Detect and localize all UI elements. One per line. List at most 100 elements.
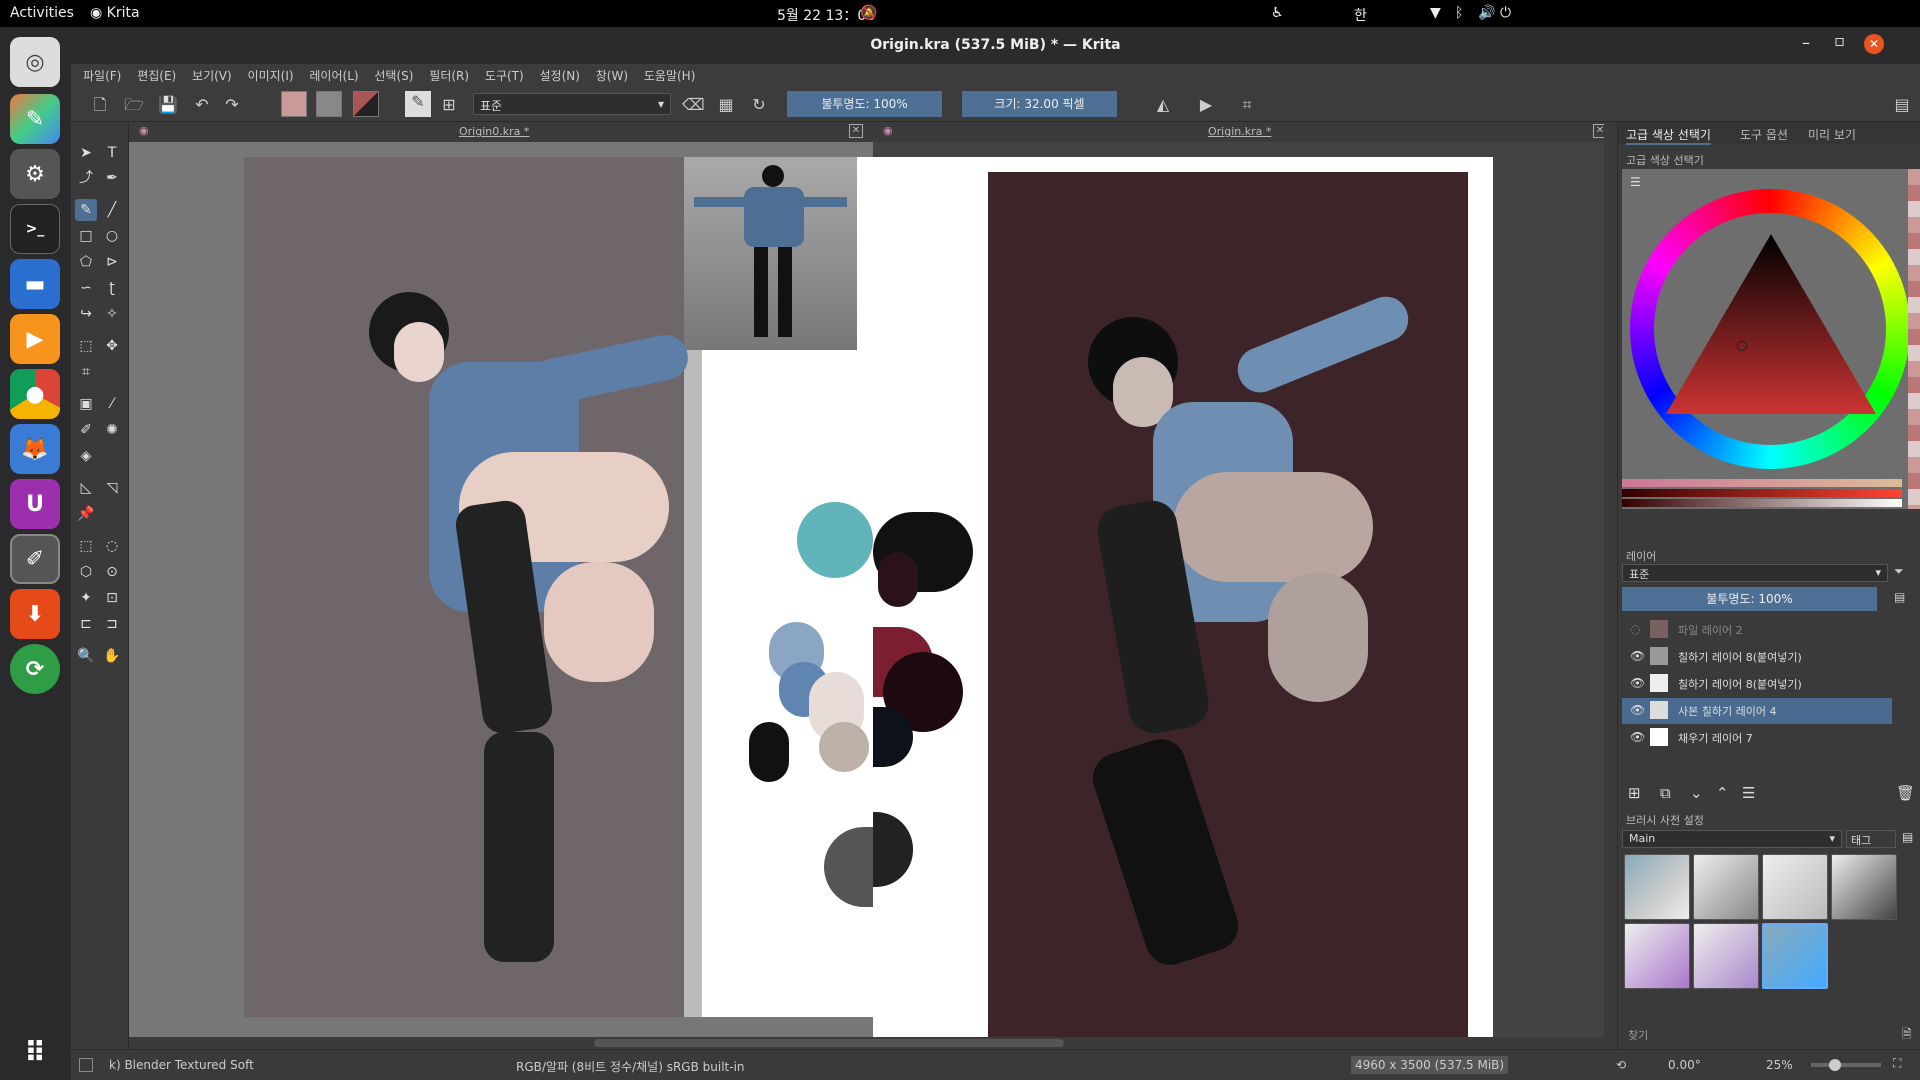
polygon-select-tool-icon[interactable]: ⬡: [75, 561, 97, 583]
undo-icon[interactable]: ↶: [191, 94, 213, 116]
eye-off-icon[interactable]: ◌: [1630, 622, 1640, 636]
alpha-lock-icon[interactable]: ▦: [715, 94, 737, 116]
vertical-scrollbar[interactable]: [1604, 122, 1617, 1037]
eye-icon[interactable]: 👁: [1630, 676, 1645, 690]
ellipse-tool-icon[interactable]: ○: [101, 225, 123, 247]
menu-settings[interactable]: 설정(N): [534, 64, 586, 84]
firefox-icon[interactable]: 🦊: [10, 424, 60, 474]
layer-properties-icon[interactable]: ☰: [1742, 784, 1755, 802]
zoom-tool-icon[interactable]: 🔍: [75, 645, 97, 667]
opacity-slider[interactable]: 불투명도: 100%: [787, 91, 942, 117]
layer-row[interactable]: 👁 칠하기 레이어 8(붙여넣기): [1622, 644, 1892, 670]
menu-image[interactable]: 이미지(I): [242, 64, 300, 84]
tab-advanced-color[interactable]: 고급 색상 선택기: [1626, 126, 1711, 145]
brush-preset-selected[interactable]: [1762, 923, 1828, 989]
wifi-icon[interactable]: ▼: [1430, 5, 1441, 21]
menu-tools[interactable]: 도구(T): [479, 64, 530, 84]
brush-preset-pencil[interactable]: [1762, 854, 1828, 920]
delete-layer-icon[interactable]: 🗑: [1896, 784, 1915, 802]
size-slider[interactable]: 크기: 32.00 픽셀: [962, 91, 1117, 117]
update-icon[interactable]: ⟳: [10, 644, 60, 694]
bezier-tool-icon[interactable]: ∽: [75, 277, 97, 299]
move-tool-icon[interactable]: ✥: [101, 335, 123, 357]
menu-select[interactable]: 선택(S): [368, 64, 419, 84]
input-language[interactable]: 한: [1354, 5, 1367, 25]
bezier-select-tool-icon[interactable]: ⊏: [75, 613, 97, 635]
document-tab-1[interactable]: ◉ Origin0.kra * ✕: [129, 122, 873, 142]
menu-edit[interactable]: 편집(E): [131, 64, 182, 84]
duplicate-layer-icon[interactable]: ⧉: [1660, 784, 1671, 802]
view-options-icon[interactable]: ▤: [1902, 830, 1913, 844]
reference-images-tool-icon[interactable]: 📌: [75, 503, 97, 525]
move-down-icon[interactable]: ⌄: [1690, 784, 1703, 802]
zoom-slider[interactable]: [1811, 1059, 1881, 1071]
line-tool-icon[interactable]: ╱: [101, 199, 123, 221]
status-zoom[interactable]: 25%: [1766, 1058, 1793, 1072]
terminal-icon[interactable]: >_: [10, 204, 60, 254]
text-tool-icon[interactable]: T: [101, 142, 123, 164]
unity-hub-icon[interactable]: U: [10, 479, 60, 529]
save-icon[interactable]: 💾: [157, 94, 179, 116]
color-picker-icon[interactable]: ✎: [10, 94, 60, 144]
eraser-icon[interactable]: ⌫: [682, 94, 705, 116]
mirror-vertical-icon[interactable]: ▶: [1195, 94, 1217, 116]
status-rotation[interactable]: 0.00°: [1668, 1058, 1701, 1072]
menu-file[interactable]: 파일(F): [71, 64, 127, 84]
pan-tool-icon[interactable]: ✋: [101, 645, 123, 667]
grid-icon[interactable]: ⊞: [438, 94, 460, 116]
ellipse-select-tool-icon[interactable]: ◌: [101, 535, 123, 557]
brush-preset-airbrush[interactable]: [1624, 923, 1690, 989]
layer-row[interactable]: 👁 채우기 레이어 7: [1622, 725, 1892, 751]
pattern-selector[interactable]: [316, 91, 342, 117]
recent-colors-strip[interactable]: [1908, 169, 1920, 509]
rectangle-tool-icon[interactable]: □: [75, 225, 97, 247]
video-downloader-icon[interactable]: ⬇: [10, 589, 60, 639]
multibrush-tool-icon[interactable]: ✧: [101, 303, 123, 325]
layer-row[interactable]: ◌ 파일 레이어 2: [1622, 617, 1892, 643]
status-dimensions[interactable]: 4960 x 3500 (537.5 MiB): [1351, 1056, 1509, 1074]
horizontal-scrollbar[interactable]: [129, 1037, 1617, 1049]
show-apps-icon[interactable]: ⠿: [10, 1027, 60, 1077]
tab-tool-options[interactable]: 도구 옵션: [1740, 126, 1788, 143]
scrollbar-thumb[interactable]: [594, 1039, 1064, 1047]
menu-icon[interactable]: ☰: [1630, 175, 1641, 189]
menu-filter[interactable]: 필터(R): [423, 64, 475, 84]
menu-help[interactable]: 도움말(H): [638, 64, 702, 84]
brush-preset-paint[interactable]: [1831, 854, 1897, 920]
blend-mode-select[interactable]: 표준 ▾: [473, 93, 671, 115]
layer-row[interactable]: 👁 칠하기 레이어 8(붙여넣기): [1622, 671, 1892, 697]
settings-gear-icon[interactable]: ⚙: [10, 149, 60, 199]
contiguous-select-tool-icon[interactable]: ✦: [75, 587, 97, 609]
brush-preset-ink[interactable]: [1693, 854, 1759, 920]
chrome-icon[interactable]: ●: [10, 369, 60, 419]
add-layer-icon[interactable]: ⊞: [1628, 784, 1641, 802]
new-document-icon[interactable]: 🗋: [89, 94, 111, 116]
layer-row-selected[interactable]: 👁 사본 칠하기 레이어 4: [1622, 698, 1892, 724]
open-document-icon[interactable]: 🗁: [123, 94, 145, 116]
rect-select-tool-icon[interactable]: ⬚: [75, 535, 97, 557]
gradient-tool-icon[interactable]: ▣: [75, 393, 97, 415]
eye-icon[interactable]: 👁: [1630, 703, 1645, 717]
fg-bg-color-icon[interactable]: [353, 91, 379, 117]
save-icon[interactable]: 🗎: [1902, 1025, 1912, 1046]
document-tab-2[interactable]: ◉ Origin.kra * ✕: [873, 122, 1617, 142]
fill-tool-icon[interactable]: ◈: [75, 445, 97, 467]
redo-icon[interactable]: ↷: [221, 94, 243, 116]
tab-preview[interactable]: 미리 보기: [1808, 126, 1856, 143]
eye-icon[interactable]: 👁: [1630, 649, 1645, 663]
polyline-tool-icon[interactable]: ⊳: [101, 251, 123, 273]
freehand-brush-tool-icon[interactable]: ✎: [75, 199, 97, 221]
crop-tool-icon[interactable]: ⌗: [75, 361, 97, 383]
activities-button[interactable]: Activities: [10, 5, 74, 21]
reload-preset-icon[interactable]: ↻: [748, 94, 770, 116]
document-view-1[interactable]: ◉ Origin0.kra * ✕: [129, 122, 873, 1049]
screenshot-icon[interactable]: ◎: [10, 37, 60, 87]
smart-patch-tool-icon[interactable]: ✺: [101, 419, 123, 441]
dynamic-brush-tool-icon[interactable]: ↪: [75, 303, 97, 325]
layer-blend-select[interactable]: 표준 ▾: [1622, 564, 1888, 582]
similar-select-tool-icon[interactable]: ⊡: [101, 587, 123, 609]
document-view-2[interactable]: ◉ Origin.kra * ✕: [873, 122, 1617, 1049]
color-sampler-tool-icon[interactable]: ⁄: [101, 393, 123, 415]
bluetooth-icon[interactable]: ᛒ: [1455, 5, 1463, 21]
layer-opacity-slider[interactable]: 불투명도: 100%: [1622, 587, 1877, 611]
